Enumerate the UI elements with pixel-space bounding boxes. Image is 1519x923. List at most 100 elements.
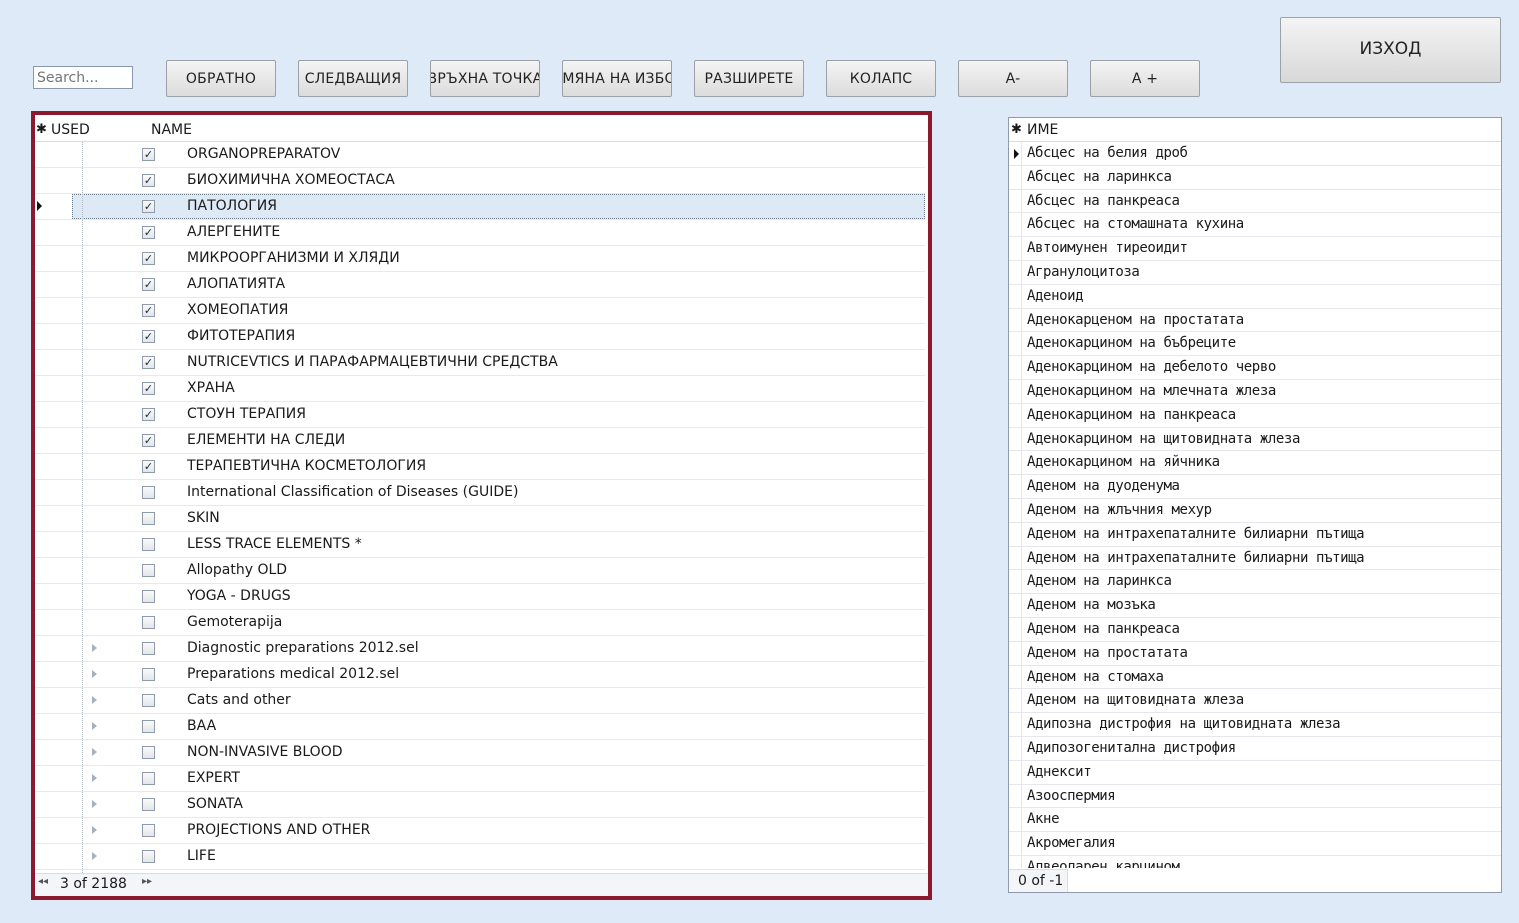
table-row[interactable]: BAA [35, 714, 925, 740]
list-item[interactable]: Аденоид [1009, 284, 1501, 309]
table-row[interactable]: SONATA [35, 792, 925, 818]
row-cells[interactable]: ✓ АЛОПАТИЯТА [72, 272, 925, 297]
column-header-name[interactable]: ИМЕ [1027, 122, 1058, 138]
row-cells[interactable]: ✓ ХОМЕОПАТИЯ [72, 298, 925, 323]
list-item[interactable]: Аднексит [1009, 760, 1501, 785]
used-checkbox[interactable] [142, 850, 155, 863]
row-cells[interactable]: SONATA [72, 792, 925, 817]
table-row[interactable]: ✓ СТОУН ТЕРАПИЯ [35, 402, 925, 428]
table-row[interactable]: Diagnostic preparations 2012.sel [35, 636, 925, 662]
table-row[interactable]: ✓ ФИТОТЕРАПИЯ [35, 324, 925, 350]
table-row[interactable]: Cats and other [35, 688, 925, 714]
list-item[interactable]: Алвеоларен карцином [1009, 855, 1501, 868]
used-checkbox[interactable]: ✓ [142, 226, 155, 239]
list-item[interactable]: Абсцес на стомашната кухина [1009, 213, 1501, 238]
table-row[interactable]: Preparations medical 2012.sel [35, 662, 925, 688]
used-checkbox[interactable]: ✓ [142, 330, 155, 343]
used-checkbox[interactable]: ✓ [142, 252, 155, 265]
used-checkbox[interactable] [142, 538, 155, 551]
list-item[interactable]: Аденокарцином на яйчника [1009, 451, 1501, 476]
list-item[interactable]: Адипозна дистрофия на щитовидната жлеза [1009, 713, 1501, 737]
list-item[interactable]: Аденом на панкреаса [1009, 617, 1501, 642]
table-row[interactable]: PROJECTIONS AND OTHER [35, 818, 925, 844]
list-item[interactable]: Аденом на интрахепаталните билиарни пъти… [1009, 546, 1501, 571]
first-page-icon[interactable]: ◂◂ [38, 876, 48, 887]
used-checkbox[interactable]: ✓ [142, 148, 155, 161]
table-row[interactable]: ✓ NUTRICEVTICS И ПАРАФАРМАЦЕВТИЧНИ СРЕДСТ… [35, 350, 925, 376]
expand-arrow-icon[interactable] [92, 722, 97, 730]
table-row[interactable]: Gemoterapija [35, 610, 925, 636]
row-cells[interactable]: ✓ ТЕРАПЕВТИЧНА КОСМЕТОЛОГИЯ [72, 454, 925, 479]
used-checkbox[interactable]: ✓ [142, 434, 155, 447]
list-item[interactable]: Аденокарцином на млечната жлеза [1009, 379, 1501, 404]
used-checkbox[interactable] [142, 772, 155, 785]
row-cells[interactable]: LESS TRACE ELEMENTS * [72, 532, 925, 557]
list-item[interactable]: Азооспермия [1009, 784, 1501, 809]
back-button[interactable]: ОБРАТНО [166, 60, 276, 97]
row-cells[interactable]: ✓ МИКРООРГАНИЗМИ И ХЛЯДИ [72, 246, 925, 271]
table-row[interactable]: ✓ ПАТОЛОГИЯ [35, 194, 925, 220]
list-item[interactable]: Аденом на интрахепаталните билиарни пъти… [1009, 522, 1501, 547]
list-item[interactable]: Адипозогенитална дистрофия [1009, 736, 1501, 761]
row-cells[interactable]: BAA [72, 714, 925, 739]
row-cells[interactable]: ✓ ФИТОТЕРАПИЯ [72, 324, 925, 349]
list-item[interactable]: Аденом на ларинкса [1009, 570, 1501, 595]
list-item[interactable]: Абсцес на белия дроб [1009, 142, 1501, 166]
list-item[interactable]: Аденом на щитовидната жлеза [1009, 689, 1501, 714]
used-checkbox[interactable] [142, 486, 155, 499]
row-cells[interactable]: Diagnostic preparations 2012.sel [72, 636, 925, 661]
used-checkbox[interactable] [142, 746, 155, 759]
used-checkbox[interactable] [142, 668, 155, 681]
table-row[interactable]: ✓ ORGANOPREPARATOV [35, 142, 925, 168]
row-cells[interactable]: ✓ СТОУН ТЕРАПИЯ [72, 402, 925, 427]
font-up-button[interactable]: A + [1090, 60, 1200, 97]
table-row[interactable]: ✓ ХРАНА [35, 376, 925, 402]
row-cells[interactable]: ✓ ХРАНА [72, 376, 925, 401]
row-cells[interactable]: ✓ АЛЕРГЕНИТЕ [72, 220, 925, 245]
table-row[interactable]: ✓ БИОХИМИЧНА ХОМЕОСТАСА [35, 168, 925, 194]
expand-arrow-icon[interactable] [92, 748, 97, 756]
table-row[interactable]: ✓ АЛЕРГЕНИТЕ [35, 220, 925, 246]
table-row[interactable]: International Classification of Diseases… [35, 480, 925, 506]
row-cells[interactable]: International Classification of Diseases… [72, 480, 925, 505]
expand-arrow-icon[interactable] [92, 852, 97, 860]
table-row[interactable]: LIFE [35, 844, 925, 870]
row-cells[interactable]: Gemoterapija [72, 610, 925, 635]
list-item[interactable]: Абсцес на панкреаса [1009, 189, 1501, 214]
search-input[interactable] [33, 66, 133, 89]
used-checkbox[interactable]: ✓ [142, 460, 155, 473]
table-row[interactable]: EXPERT [35, 766, 925, 792]
list-item[interactable]: Акне [1009, 808, 1501, 833]
row-cells[interactable]: Preparations medical 2012.sel [72, 662, 925, 687]
row-cells[interactable]: ✓ ORGANOPREPARATOV [72, 142, 925, 167]
table-row[interactable]: SKIN [35, 506, 925, 532]
list-item[interactable]: Аденокарцином на щитовидната жлеза [1009, 427, 1501, 452]
font-down-button[interactable]: A- [958, 60, 1068, 97]
used-checkbox[interactable]: ✓ [142, 278, 155, 291]
row-cells[interactable]: PROJECTIONS AND OTHER [72, 818, 925, 843]
row-cells[interactable]: YOGA - DRUGS [72, 584, 925, 609]
table-row[interactable]: LESS TRACE ELEMENTS * [35, 532, 925, 558]
last-page-icon[interactable]: ▸▸ [142, 876, 152, 887]
collapse-button[interactable]: КОЛАПС [826, 60, 936, 97]
used-checkbox[interactable] [142, 564, 155, 577]
expand-button[interactable]: РАЗШИРЕТЕ [694, 60, 804, 97]
exit-button[interactable]: ИЗХОД [1280, 17, 1501, 83]
expand-arrow-icon[interactable] [92, 696, 97, 704]
list-item[interactable]: Аденом на простатата [1009, 641, 1501, 666]
used-checkbox[interactable]: ✓ [142, 356, 155, 369]
expand-arrow-icon[interactable] [92, 644, 97, 652]
expand-arrow-icon[interactable] [92, 800, 97, 808]
column-header-name[interactable]: NAME [151, 122, 192, 138]
row-cells[interactable]: LIFE [72, 844, 925, 869]
used-checkbox[interactable] [142, 512, 155, 525]
row-cells[interactable]: ✓ ЕЛЕМЕНТИ НА СЛЕДИ [72, 428, 925, 453]
list-item[interactable]: Аденокарцином на панкреаса [1009, 403, 1501, 428]
list-item[interactable]: Аденокарцином на бъбреците [1009, 332, 1501, 357]
list-item[interactable]: Аденом на мозъка [1009, 594, 1501, 618]
table-row[interactable]: ✓ МИКРООРГАНИЗМИ И ХЛЯДИ [35, 246, 925, 272]
list-item[interactable]: Аденом на стомаха [1009, 665, 1501, 690]
list-item[interactable]: Агранулоцитоза [1009, 260, 1501, 285]
table-row[interactable]: ✓ ХОМЕОПАТИЯ [35, 298, 925, 324]
row-cells[interactable]: NON-INVASIVE BLOOD [72, 740, 925, 765]
